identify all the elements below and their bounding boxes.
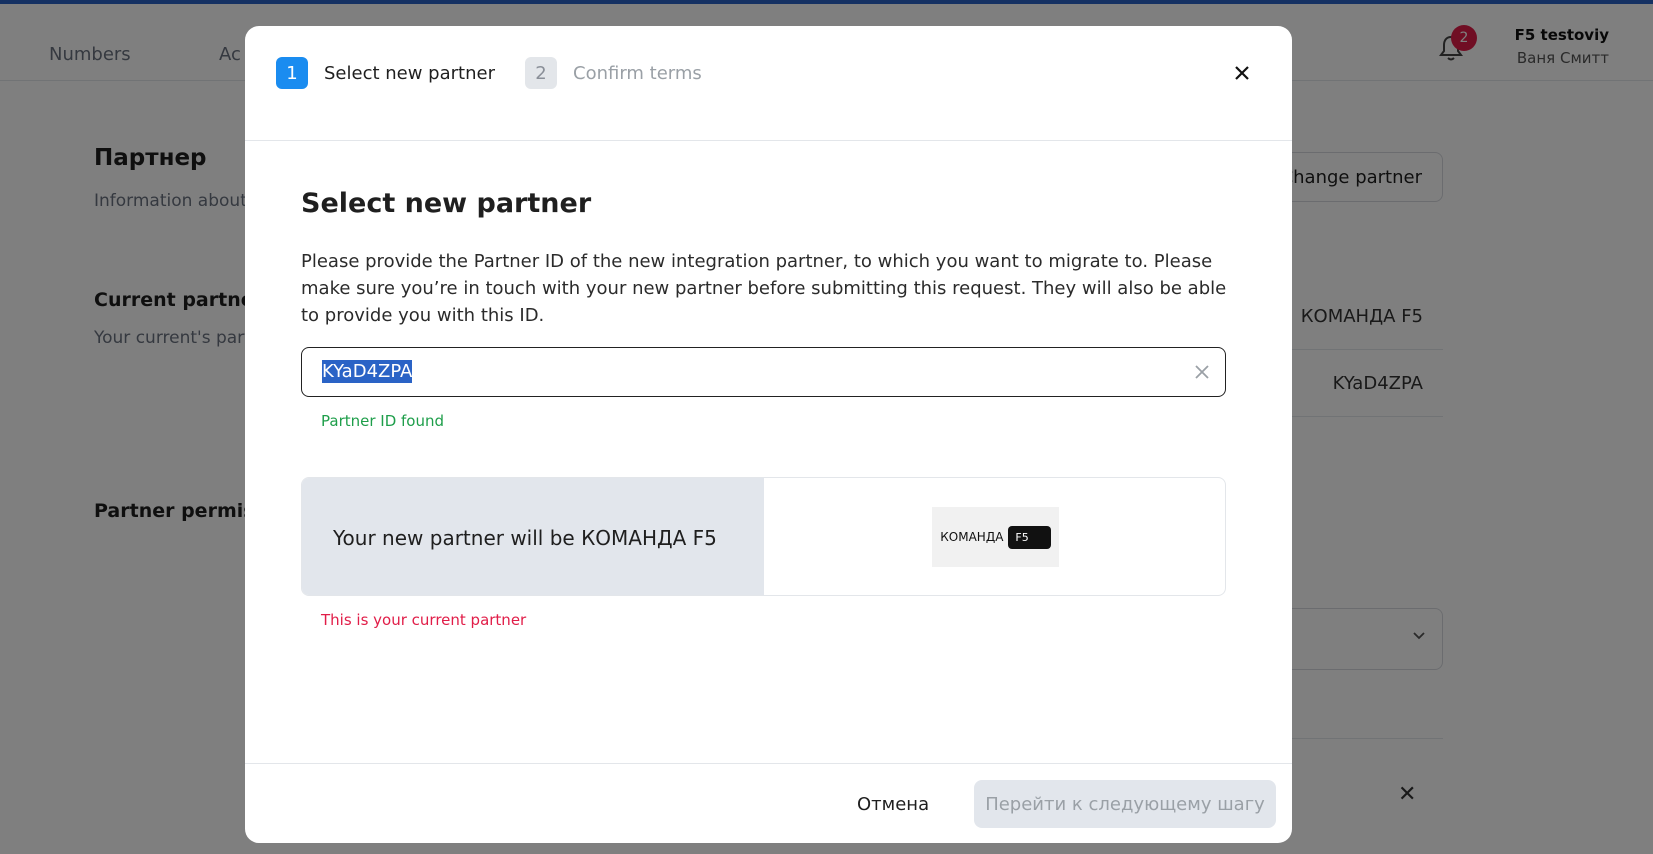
current-partner-error: This is your current partner: [321, 611, 527, 629]
modal-header: 1 Select new partner 2 Confirm terms: [245, 26, 1292, 141]
cancel-button[interactable]: Отмена: [857, 786, 929, 822]
new-partner-card: Your new partner will be КОМАНДА F5 КОМА…: [301, 477, 1226, 596]
partner-id-input[interactable]: KYaD4ZPA: [301, 347, 1226, 397]
step-label: Confirm terms: [573, 62, 702, 84]
step-label: Select new partner: [324, 62, 495, 84]
step-2: 2 Confirm terms: [525, 57, 702, 89]
logo-text: КОМАНДА: [940, 530, 1004, 544]
partner-found-message: Partner ID found: [321, 412, 445, 430]
partner-logo: КОМАНДА F5: [932, 507, 1059, 567]
close-icon[interactable]: [1231, 62, 1253, 84]
step-1: 1 Select new partner: [276, 57, 495, 89]
partner-id-value[interactable]: KYaD4ZPA: [322, 360, 413, 383]
change-partner-modal: 1 Select new partner 2 Confirm terms Sel…: [245, 26, 1292, 843]
step-number: 2: [525, 57, 557, 89]
logo-chip: F5: [1008, 525, 1051, 549]
modal-description: Please provide the Partner ID of the new…: [301, 251, 1227, 326]
modal-title: Select new partner: [301, 188, 592, 219]
new-partner-text: Your new partner will be КОМАНДА F5: [302, 478, 764, 595]
next-step-button[interactable]: Перейти к следующему шагу: [974, 780, 1276, 828]
modal-footer: Отмена Перейти к следующему шагу: [245, 763, 1292, 843]
clear-icon[interactable]: [1193, 363, 1211, 381]
step-number: 1: [276, 57, 308, 89]
